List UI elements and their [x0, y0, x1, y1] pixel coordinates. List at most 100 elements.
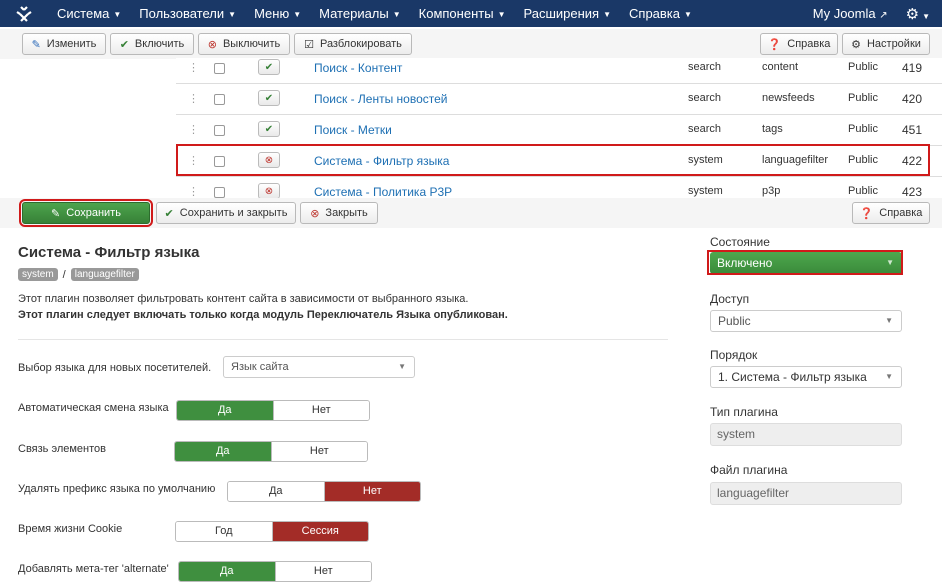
enabled-check-icon[interactable]: ✔	[258, 121, 280, 137]
access-select-value: Public	[718, 314, 751, 328]
plugin-name-link[interactable]: Система - Политика P3P	[314, 185, 452, 199]
plugin-type: search	[688, 61, 722, 73]
alternate-toggle: Да Нет	[178, 561, 372, 582]
plugin-type: search	[688, 123, 722, 135]
table-row[interactable]: ⋮ ✔ Поиск - Ленты новостей search newsfe…	[176, 83, 942, 114]
menu-system[interactable]: Система ▼	[48, 0, 130, 27]
drag-handle-icon[interactable]: ⋮	[188, 92, 199, 105]
plugin-access: Public	[848, 123, 878, 135]
disabled-x-icon[interactable]: ⊗	[258, 183, 280, 199]
auto-switch-no[interactable]: Нет	[272, 401, 369, 420]
options-icon: ⚙	[851, 38, 861, 51]
new-visitor-label: Выбор языка для новых посетителей.	[18, 362, 212, 374]
enabled-check-icon[interactable]: ✔	[258, 90, 280, 106]
list-help-button-label: Справка	[787, 38, 831, 50]
plugin-tags: system / languagefilter	[18, 268, 139, 281]
save-close-button-label: Сохранить и закрыть	[179, 207, 288, 219]
enable-button-label: Включить	[134, 38, 185, 50]
site-link[interactable]: My Joomla ↗	[813, 6, 888, 21]
menu-components[interactable]: Компоненты ▼	[410, 0, 515, 27]
plugin-id: 451	[902, 123, 923, 137]
plugin-type: system	[688, 185, 723, 197]
order-select[interactable]: 1. Система - Фильтр языка ▼	[710, 366, 902, 388]
external-link-icon: ↗	[879, 10, 888, 21]
row-checkbox[interactable]	[214, 125, 225, 136]
check-icon: ✔	[164, 207, 174, 220]
question-circle-icon: ❓	[767, 38, 782, 51]
list-toolbar: ✎ Изменить ✔ Включить ⊗ Выключить ☑ Разблоки…	[0, 29, 942, 59]
menu-users[interactable]: Пользователи ▼	[130, 0, 245, 27]
divider	[18, 339, 668, 340]
item-assoc-no[interactable]: Нет	[270, 442, 367, 461]
item-assoc-yes[interactable]: Да	[175, 442, 271, 461]
plugin-name-link[interactable]: Поиск - Контент	[314, 61, 402, 75]
access-label: Доступ	[710, 292, 750, 306]
menu-menus[interactable]: Меню ▼	[245, 0, 310, 27]
site-link-label: My Joomla	[812, 6, 876, 21]
row-checkbox[interactable]	[214, 187, 225, 198]
unlock-button[interactable]: ☑ Разблокировать	[294, 33, 412, 55]
cookie-toggle: Год Сессия	[175, 521, 369, 542]
cookie-year[interactable]: Год	[176, 522, 272, 541]
unlock-button-label: Разблокировать	[319, 38, 402, 50]
cookie-session[interactable]: Сессия	[271, 522, 368, 541]
status-label: Состояние	[710, 235, 770, 249]
plugin-id: 423	[902, 185, 923, 199]
edit-icon: ✎	[31, 38, 41, 51]
menu-help-label: Справка	[629, 6, 681, 21]
remove-prefix-yes[interactable]: Да	[228, 482, 324, 501]
edit-help-button[interactable]: ❓ Справка	[852, 202, 930, 224]
options-button[interactable]: ⚙ Настройки	[842, 33, 930, 55]
table-row[interactable]: ⋮ ⊗ Система - Политика P3P system p3p Pu…	[176, 176, 942, 200]
menu-extensions[interactable]: Расширения ▼	[514, 0, 620, 27]
menu-help[interactable]: Справка ▼	[620, 0, 701, 27]
close-button[interactable]: ⊗ Закрыть	[300, 202, 378, 224]
save-button[interactable]: ✎ Сохранить	[19, 199, 153, 227]
joomla-logo-icon[interactable]	[14, 4, 34, 24]
menu-extensions-label: Расширения	[523, 6, 600, 21]
drag-handle-icon[interactable]: ⋮	[188, 185, 199, 198]
list-help-button[interactable]: ❓ Справка	[760, 33, 838, 55]
enabled-check-icon[interactable]: ✔	[258, 59, 280, 75]
edit-button[interactable]: ✎ Изменить	[22, 33, 106, 55]
drag-handle-icon[interactable]: ⋮	[188, 123, 199, 136]
gear-icon[interactable]: ⚙ ▼	[906, 5, 930, 23]
table-row[interactable]: ⋮ ✔ Поиск - Контент search content Publi…	[176, 58, 942, 83]
cookie-label: Время жизни Cookie	[18, 523, 123, 535]
row-checkbox[interactable]	[214, 63, 225, 74]
alternate-yes[interactable]: Да	[179, 562, 275, 581]
remove-prefix-no[interactable]: Нет	[323, 482, 420, 501]
new-visitor-select[interactable]: Язык сайта ▼	[223, 356, 415, 378]
save-button-label: Сохранить	[66, 207, 121, 219]
caret-down-icon: ▼	[497, 10, 506, 19]
plugin-name-link[interactable]: Поиск - Метки	[314, 123, 392, 137]
access-select[interactable]: Public ▼	[710, 310, 902, 332]
remove-prefix-label: Удалять префикс языка по умолчанию	[18, 483, 216, 495]
row-checkbox[interactable]	[214, 94, 225, 105]
auto-switch-yes[interactable]: Да	[177, 401, 273, 420]
disable-button[interactable]: ⊗ Выключить	[198, 33, 290, 55]
cancel-circle-icon: ⊗	[310, 207, 320, 220]
plugin-name-link[interactable]: Поиск - Ленты новостей	[314, 92, 448, 106]
plugin-access: Public	[848, 61, 878, 73]
menu-content[interactable]: Материалы ▼	[310, 0, 410, 27]
save-close-button[interactable]: ✔ Сохранить и закрыть	[156, 202, 296, 224]
caret-down-icon: ▼	[113, 10, 122, 19]
plugin-type-field: system	[710, 423, 902, 446]
plugin-type: search	[688, 92, 722, 104]
enable-button[interactable]: ✔ Включить	[110, 33, 194, 55]
order-select-value: 1. Система - Фильтр языка	[718, 370, 867, 384]
caret-down-icon: ▼	[293, 10, 302, 19]
edit-toolbar: ✎ Сохранить ✔ Сохранить и закрыть ⊗ Закрыть…	[0, 198, 942, 228]
plugin-id: 419	[902, 61, 923, 75]
cancel-circle-icon: ⊗	[207, 38, 217, 51]
alternate-no[interactable]: Нет	[274, 562, 371, 581]
remove-prefix-toggle: Да Нет	[227, 481, 421, 502]
drag-handle-icon[interactable]: ⋮	[188, 61, 199, 74]
auto-switch-label: Автоматическая смена языка	[18, 402, 169, 414]
top-navbar: Система ▼ Пользователи ▼ Меню ▼ Материалы ▼ …	[0, 0, 942, 27]
table-row[interactable]: ⋮ ✔ Поиск - Метки search tags Public 451	[176, 114, 942, 145]
item-assoc-label: Связь элементов	[18, 443, 106, 455]
page-title: Система - Фильтр языка	[18, 244, 200, 261]
question-circle-icon: ❓	[859, 207, 874, 220]
